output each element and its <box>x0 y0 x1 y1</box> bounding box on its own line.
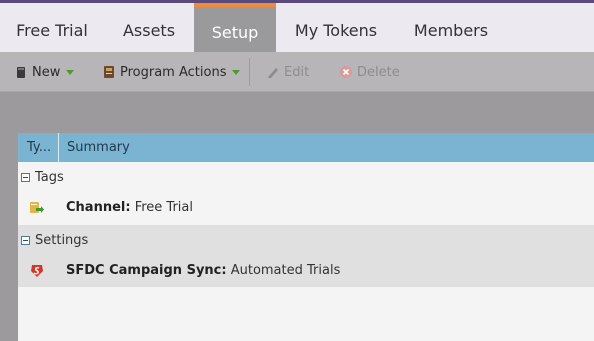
delete-button[interactable]: Delete <box>339 52 400 92</box>
tab-bar: Free Trial Assets Setup My Tokens Member… <box>0 3 594 52</box>
table-row[interactable]: SFDC Campaign Sync: Automated Trials <box>18 257 594 285</box>
program-actions-button[interactable]: Program Actions <box>102 52 241 92</box>
group-header-settings[interactable]: Settings <box>21 233 88 248</box>
tab-assets[interactable]: Assets <box>104 3 194 52</box>
chevron-down-icon <box>232 70 241 75</box>
delete-icon <box>339 65 353 79</box>
new-icon <box>14 65 28 79</box>
program-actions-label: Program Actions <box>120 64 227 80</box>
group-tags: Tags Channel: Free Trial <box>18 162 594 225</box>
row-key: SFDC Campaign Sync: <box>66 263 227 278</box>
chevron-down-icon <box>66 70 75 75</box>
tab-free-trial[interactable]: Free Trial <box>0 3 104 52</box>
tab-setup[interactable]: Setup <box>194 3 276 52</box>
group-label: Tags <box>35 170 64 185</box>
edit-label: Edit <box>284 64 310 80</box>
grid-header: Ty... Summary <box>18 133 594 162</box>
row-key: Channel: <box>66 200 131 215</box>
new-label: New <box>32 64 61 80</box>
row-summary: SFDC Campaign Sync: Automated Trials <box>66 263 340 278</box>
channel-tag-icon <box>29 200 45 216</box>
column-divider[interactable] <box>58 133 59 162</box>
pencil-icon <box>266 65 280 79</box>
edit-button[interactable]: Edit <box>266 52 309 92</box>
delete-label: Delete <box>357 64 400 80</box>
setup-grid: Ty... Summary Tags Channel: Free Trial S… <box>18 133 594 341</box>
row-value: Automated Trials <box>226 263 341 278</box>
collapse-icon[interactable] <box>21 173 30 182</box>
table-row[interactable]: Channel: Free Trial <box>18 194 594 222</box>
toolbar: New Program Actions Edit Delete <box>0 52 594 92</box>
toolbar-divider <box>249 58 250 86</box>
row-value: Free Trial <box>130 200 193 215</box>
tab-members[interactable]: Members <box>396 3 506 52</box>
group-header-tags[interactable]: Tags <box>21 170 64 185</box>
tab-my-tokens[interactable]: My Tokens <box>276 3 396 52</box>
row-summary: Channel: Free Trial <box>66 200 193 215</box>
group-label: Settings <box>35 233 89 248</box>
new-button[interactable]: New <box>14 52 75 92</box>
program-actions-icon <box>102 65 116 79</box>
group-settings: Settings SFDC Campaign Sync: Automated T… <box>18 225 594 287</box>
column-header-type[interactable]: Ty... <box>18 133 58 162</box>
collapse-icon[interactable] <box>21 236 30 245</box>
sfdc-sync-icon <box>29 263 45 279</box>
column-header-summary[interactable]: Summary <box>67 133 130 162</box>
